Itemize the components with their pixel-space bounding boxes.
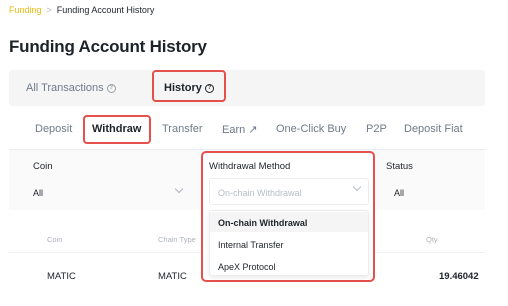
subtab-p2p[interactable]: P2P — [366, 123, 387, 135]
subtab-deposit[interactable]: Deposit — [35, 123, 72, 135]
status-filter-select[interactable]: All — [394, 188, 404, 198]
subtab-deposit-fiat[interactable]: Deposit Fiat — [404, 123, 463, 135]
breadcrumb: Funding > Funding Account History — [9, 5, 154, 15]
table-cell-qty: 19.46042 — [439, 271, 479, 282]
table-cell-chain-type: MATIC — [158, 271, 187, 282]
question-circle-icon[interactable]: ? — [106, 83, 116, 93]
subtab-earn[interactable]: Earn ↗ — [222, 123, 258, 136]
option-internal-transfer[interactable]: Internal Transfer — [218, 240, 284, 250]
option-on-chain-withdrawal[interactable]: On-chain Withdrawal — [218, 218, 307, 228]
tab-all-transactions[interactable]: All Transactions ? — [26, 82, 116, 94]
column-header-qty: Qty — [426, 235, 438, 244]
status-filter-label: Status — [386, 161, 413, 172]
column-header-chain-type: Chain Type — [158, 235, 196, 244]
tab-all-transactions-label: All Transactions — [26, 82, 104, 94]
subtab-one-click-buy[interactable]: One-Click Buy — [276, 123, 346, 135]
history-tab-highlight — [152, 70, 226, 102]
breadcrumb-funding-link[interactable]: Funding — [9, 5, 42, 15]
withdrawal-method-placeholder: On-chain Withdrawal — [218, 188, 302, 198]
coin-filter-label: Coin — [33, 161, 53, 172]
option-apex-protocol[interactable]: ApeX Protocol — [218, 262, 276, 272]
withdraw-subtab-highlight — [83, 115, 151, 144]
subtab-transfer[interactable]: Transfer — [162, 123, 203, 135]
table-cell-coin: MATIC — [47, 271, 76, 282]
withdrawal-method-label: Withdrawal Method — [209, 161, 291, 172]
breadcrumb-separator: > — [46, 5, 52, 15]
page-title: Funding Account History — [9, 37, 207, 56]
breadcrumb-current: Funding Account History — [56, 5, 155, 15]
column-header-coin: Coin — [47, 235, 63, 244]
coin-filter-select[interactable]: All — [33, 188, 43, 198]
